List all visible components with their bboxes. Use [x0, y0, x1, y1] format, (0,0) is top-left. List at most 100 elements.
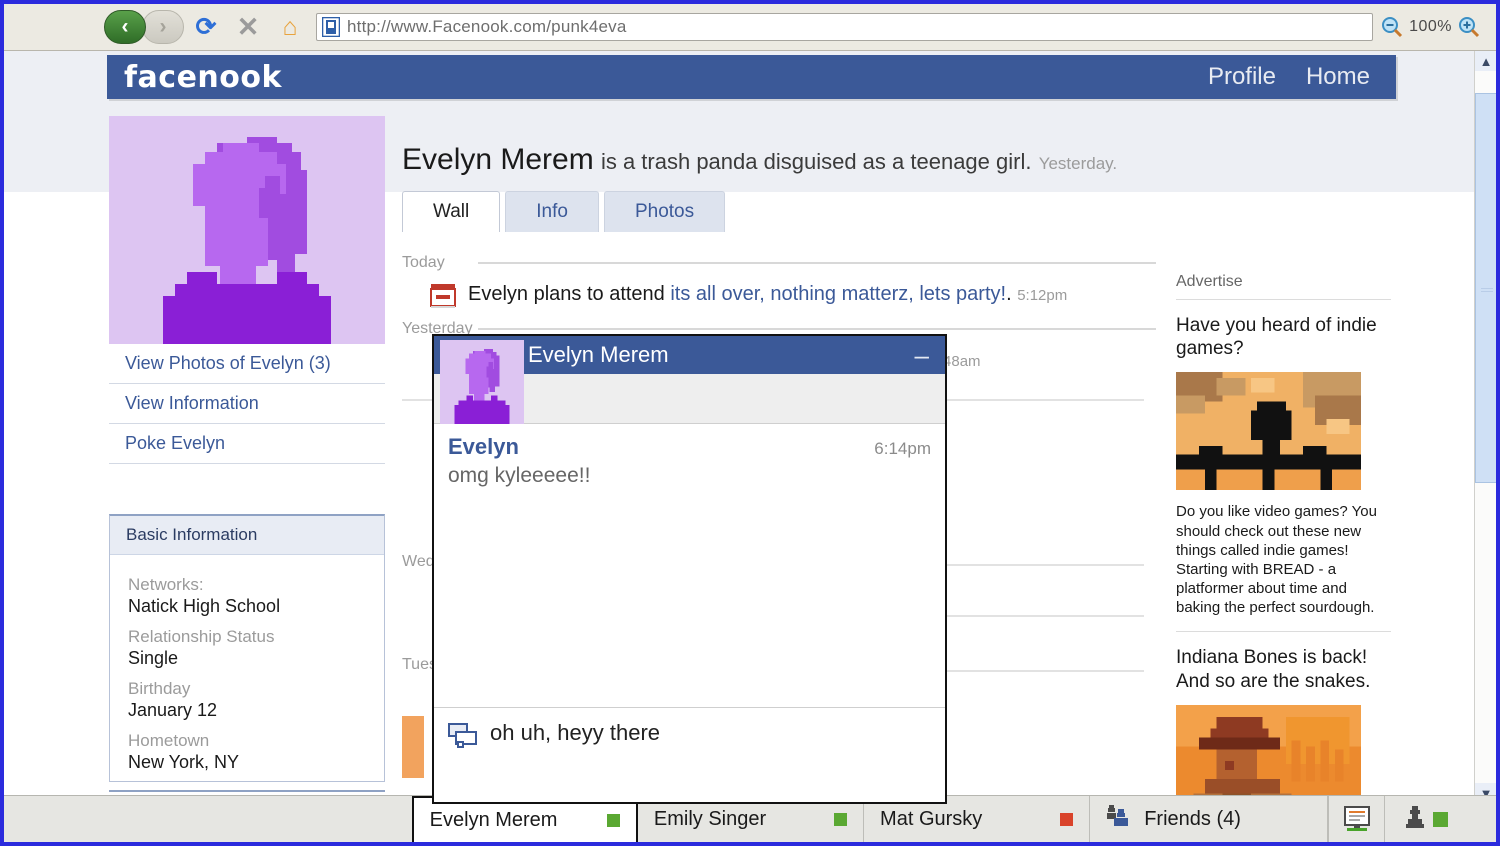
- self-status-badge: [1433, 811, 1448, 827]
- scroll-up-icon[interactable]: ▲: [1475, 51, 1496, 71]
- back-button[interactable]: ‹: [104, 10, 146, 44]
- taskbar-chat-label: Emily Singer: [653, 807, 767, 830]
- address-bar[interactable]: http://www.Facenook.com/punk4eva: [316, 13, 1374, 41]
- scrollbar-thumb[interactable]: [1475, 93, 1496, 483]
- chat-title: Evelyn Merem: [528, 342, 669, 367]
- info-field: Hometown New York, NY: [128, 731, 384, 773]
- post-text-after: .: [1006, 283, 1012, 305]
- profile-status-time: Yesterday.: [1038, 154, 1118, 173]
- ad-headline: Have you heard of indie games?: [1176, 315, 1377, 360]
- tab-info[interactable]: Info: [505, 191, 599, 232]
- chat-window: Evelyn Merem – Evelyn 6:14pm omg kyleeee…: [432, 334, 947, 804]
- info-label: Networks:: [128, 575, 204, 594]
- post-link[interactable]: its all over, nothing matterz, lets part…: [670, 283, 1006, 305]
- ad-item[interactable]: Have you heard of indie games? Do you li…: [1176, 300, 1391, 617]
- feed-rule: [947, 615, 1144, 617]
- left-sidebar: View Photos of Evelyn (3) View Informati…: [109, 116, 385, 803]
- profile-avatar[interactable]: [109, 116, 385, 344]
- scrollbar-grip: [1481, 288, 1493, 294]
- taskbar-friends-button[interactable]: Friends (4): [1090, 796, 1328, 842]
- info-value: Single: [128, 648, 179, 668]
- taskbar-right-group: [1328, 796, 1496, 842]
- scrollbar-track[interactable]: [1475, 71, 1496, 783]
- ad-headline: Indiana Bones is back! And so are the sn…: [1176, 647, 1371, 692]
- indiana-bones-pixel-art: [1176, 704, 1361, 803]
- taskbar-spacer: [4, 796, 412, 842]
- status-badge: [606, 813, 620, 827]
- post-text: Evelyn plans to attend its all over, not…: [468, 282, 1067, 307]
- page-scrollbar[interactable]: ▲ ▼: [1474, 51, 1496, 803]
- link-poke-evelyn[interactable]: Poke Evelyn: [109, 424, 385, 464]
- day-rule: [478, 262, 1156, 264]
- basic-information-title: Basic Information: [110, 516, 384, 555]
- taskbar-friends-label: Friends (4): [1144, 807, 1241, 830]
- taskbar-chat-label: Evelyn Merem: [429, 808, 558, 831]
- feed-post: Evelyn plans to attend its all over, not…: [402, 275, 1156, 317]
- chat-message: Evelyn 6:14pm omg kyleeeee!!: [448, 434, 931, 488]
- chat-input-row[interactable]: oh uh, heyy there: [434, 707, 945, 802]
- advertise-title: Advertise: [1176, 273, 1391, 300]
- browser-toolbar: ‹ › ⟳ ✕ ⌂ http://www.Facenook.com/punk4e…: [4, 4, 1496, 51]
- notification-board-icon[interactable]: [1328, 796, 1384, 842]
- ad-item[interactable]: Indiana Bones is back! And so are the sn…: [1176, 632, 1391, 803]
- self-status-icon: [1405, 805, 1425, 834]
- chat-bubbles-icon: [448, 723, 478, 749]
- chat-minimize-button[interactable]: –: [915, 342, 945, 368]
- zoom-controls: 100%: [1379, 14, 1488, 40]
- zoom-level-label: 100%: [1409, 18, 1452, 35]
- info-value: January 12: [128, 700, 218, 720]
- indie-game-pixel-art: [1176, 372, 1361, 491]
- profile-name: Evelyn Merem: [402, 143, 594, 176]
- post-text-before: Evelyn plans to attend: [468, 283, 671, 305]
- nav-home[interactable]: Home: [1306, 63, 1370, 91]
- day-label: Today: [402, 254, 445, 271]
- site-logo[interactable]: facenook: [107, 60, 282, 95]
- url-text[interactable]: http://www.Facenook.com/punk4eva: [347, 17, 1372, 37]
- self-status-button[interactable]: [1384, 796, 1468, 842]
- nav-profile[interactable]: Profile: [1208, 63, 1276, 91]
- info-label: Birthday: [128, 679, 191, 698]
- advertise-sidebar: Advertise Have you heard of indie games?: [1176, 273, 1391, 803]
- zoom-in-icon[interactable]: [1456, 14, 1482, 40]
- post-time: 5:12pm: [1017, 287, 1068, 304]
- reload-icon[interactable]: ⟳: [186, 8, 226, 46]
- site-header: facenook Profile Home: [107, 55, 1396, 99]
- chat-input[interactable]: oh uh, heyy there: [490, 720, 660, 746]
- profile-tabs: Wall Info Photos: [396, 191, 1156, 232]
- day-rule: [478, 328, 1156, 330]
- info-field: Networks: Natick High School: [128, 575, 384, 617]
- profile-links: View Photos of Evelyn (3) View Informati…: [109, 344, 385, 464]
- ad-body: Do you like video games? You should chec…: [1176, 503, 1377, 617]
- calendar-event-icon: [430, 282, 456, 310]
- link-view-photos[interactable]: View Photos of Evelyn (3): [109, 344, 385, 384]
- chat-message-text: omg kyleeeee!!: [448, 464, 591, 487]
- friends-icon: [1106, 804, 1132, 834]
- link-view-information[interactable]: View Information: [109, 384, 385, 424]
- info-field: Relationship Status Single: [128, 627, 384, 669]
- site-identity-icon: [319, 14, 343, 40]
- status-badge: [834, 812, 848, 826]
- basic-information-body: Networks: Natick High School Relationshi…: [110, 555, 384, 781]
- forward-button[interactable]: ›: [142, 10, 184, 44]
- profile-status: is a trash panda disguised as a teenage …: [600, 149, 1032, 174]
- feed-thumbnail[interactable]: [402, 716, 424, 778]
- chat-message-sender: Evelyn: [448, 434, 519, 459]
- tab-photos[interactable]: Photos: [603, 191, 726, 232]
- stop-icon[interactable]: ✕: [228, 8, 268, 46]
- basic-information-panel: Basic Information Networks: Natick High …: [109, 514, 385, 782]
- chat-message-header: Evelyn 6:14pm: [448, 434, 931, 460]
- feed-rule: [947, 564, 1144, 566]
- day-separator: Today: [402, 251, 1156, 275]
- info-value: New York, NY: [128, 752, 240, 772]
- zoom-out-icon[interactable]: [1379, 14, 1405, 40]
- taskbar-chat-label: Mat Gursky: [880, 807, 983, 830]
- chat-avatar[interactable]: [440, 340, 524, 424]
- feed-rule: [947, 670, 1144, 672]
- chat-message-time: 6:14pm: [874, 439, 931, 458]
- tab-wall[interactable]: Wall: [402, 191, 501, 232]
- toolbar-left-pad: [12, 27, 104, 28]
- info-value: Natick High School: [128, 596, 281, 616]
- info-field: Birthday January 12: [128, 679, 384, 721]
- home-icon[interactable]: ⌂: [270, 8, 310, 46]
